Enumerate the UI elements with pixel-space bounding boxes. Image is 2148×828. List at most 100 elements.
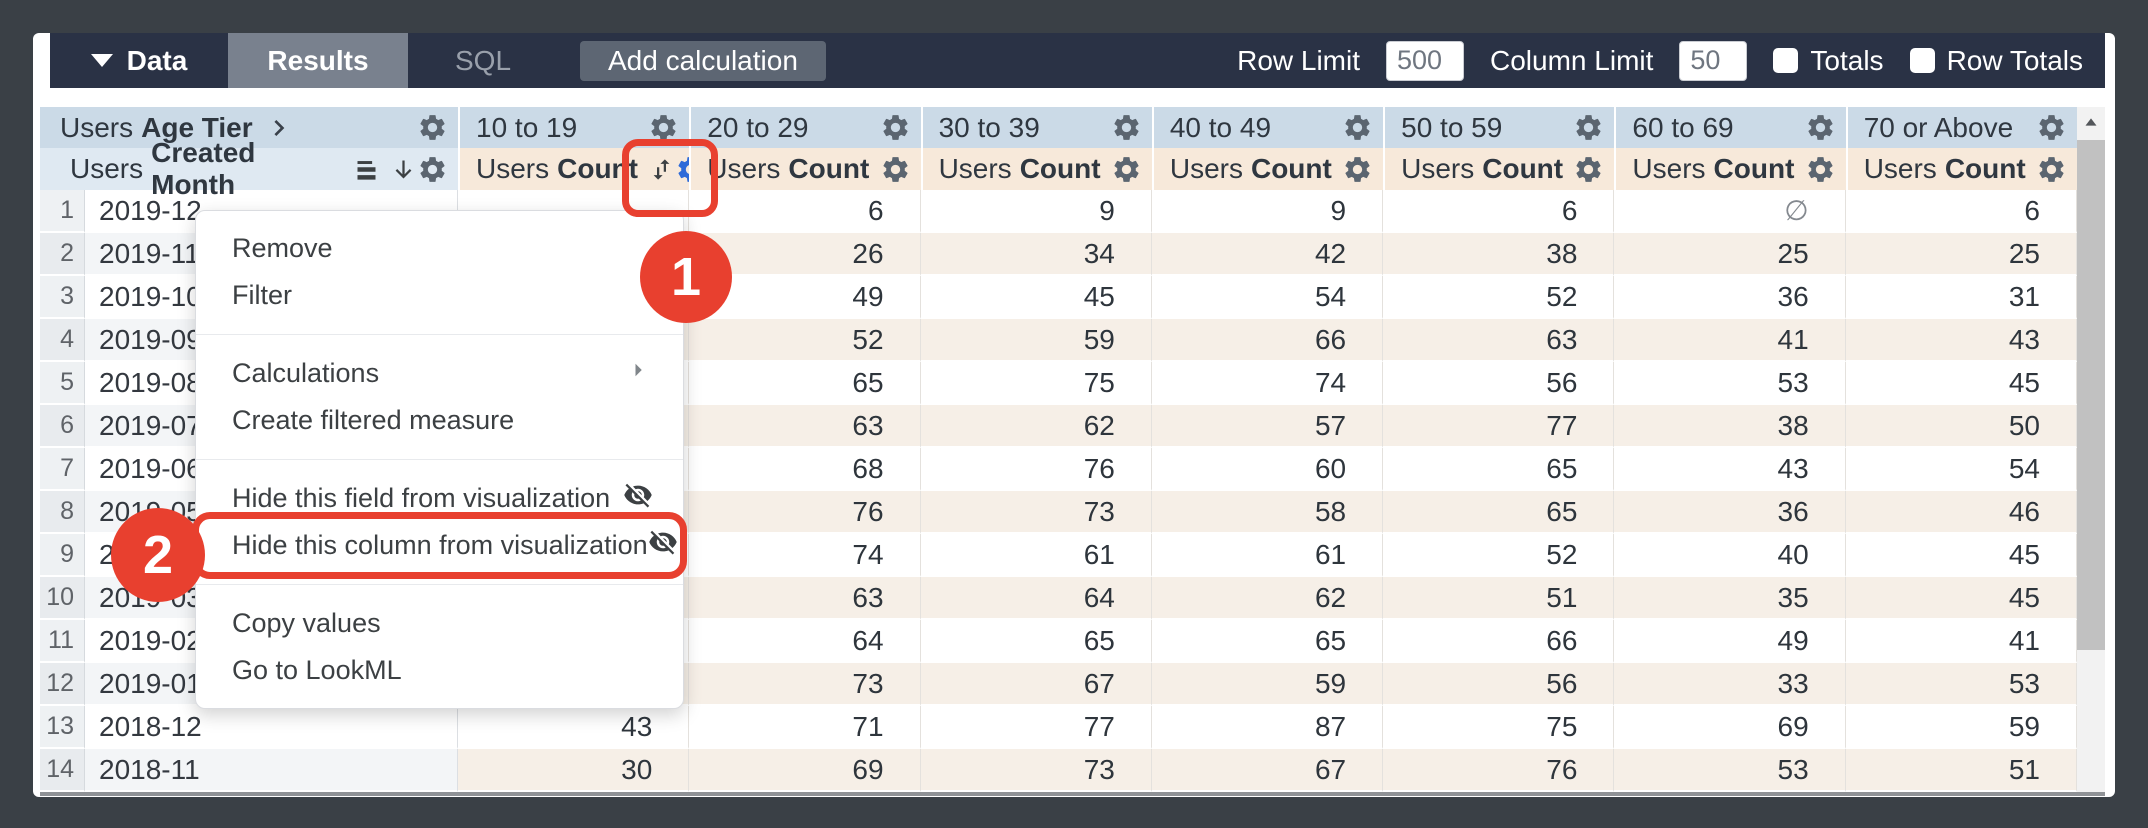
value-cell[interactable]: 60	[1152, 448, 1383, 491]
value-cell[interactable]: 75	[1383, 706, 1614, 749]
add-calculation-button[interactable]: Add calculation	[580, 41, 826, 81]
value-cell[interactable]: 73	[689, 663, 920, 706]
row-totals-checkbox[interactable]	[1910, 48, 1935, 73]
value-cell[interactable]: 41	[1846, 620, 2077, 663]
gear-icon[interactable]	[880, 112, 911, 143]
value-cell[interactable]: 53	[1614, 749, 1845, 792]
value-cell[interactable]: 76	[921, 448, 1152, 491]
value-cell[interactable]: 62	[1152, 577, 1383, 620]
gear-icon[interactable]	[2036, 112, 2067, 143]
value-cell[interactable]: 64	[689, 620, 920, 663]
value-cell[interactable]: 41	[1614, 319, 1845, 362]
value-cell[interactable]: 45	[1846, 534, 2077, 577]
totals-checkbox[interactable]	[1773, 48, 1798, 73]
gear-icon[interactable]	[880, 154, 911, 185]
value-cell[interactable]: 73	[921, 491, 1152, 534]
value-cell[interactable]: 51	[1383, 577, 1614, 620]
value-cell[interactable]: 6	[1846, 190, 2077, 233]
value-cell[interactable]: 73	[921, 749, 1152, 792]
menu-item-calculations[interactable]: Calculations	[196, 350, 683, 397]
tab-results[interactable]: Results	[228, 33, 408, 88]
value-cell[interactable]: 56	[1383, 663, 1614, 706]
gear-icon[interactable]	[417, 112, 448, 143]
value-cell[interactable]: 31	[1846, 276, 2077, 319]
value-cell[interactable]: 57	[1152, 405, 1383, 448]
value-cell[interactable]: 54	[1152, 276, 1383, 319]
measure-header[interactable]: UsersCount	[1383, 148, 1614, 190]
value-cell[interactable]: 25	[1846, 233, 2077, 276]
value-cell[interactable]: ∅	[1614, 190, 1845, 233]
row-limit-input[interactable]	[1386, 41, 1464, 81]
subtotal-rows-icon[interactable]	[353, 156, 380, 183]
value-cell[interactable]: 59	[1846, 706, 2077, 749]
value-cell[interactable]: 38	[1383, 233, 1614, 276]
pivot-value-header[interactable]: 30 to 39	[921, 107, 1152, 148]
value-cell[interactable]: 36	[1614, 491, 1845, 534]
gear-icon[interactable]	[2036, 154, 2067, 185]
value-cell[interactable]: 66	[1383, 620, 1614, 663]
value-cell[interactable]: 49	[1614, 620, 1845, 663]
gear-icon[interactable]	[1805, 112, 1836, 143]
scrollbar-thumb[interactable]	[2077, 140, 2105, 650]
measure-header[interactable]: UsersCount	[1152, 148, 1383, 190]
value-cell[interactable]: 9	[1152, 190, 1383, 233]
value-cell[interactable]: 43	[458, 706, 689, 749]
measure-header[interactable]: UsersCount	[689, 148, 920, 190]
gear-icon[interactable]	[1805, 154, 1836, 185]
measure-header[interactable]: UsersCount	[1846, 148, 2077, 190]
value-cell[interactable]: 65	[1383, 491, 1614, 534]
pivot-value-header[interactable]: 50 to 59	[1383, 107, 1614, 148]
value-cell[interactable]: 52	[1383, 276, 1614, 319]
month-cell[interactable]: 2018-12	[85, 706, 458, 749]
value-cell[interactable]: 67	[1152, 749, 1383, 792]
value-cell[interactable]: 30	[458, 749, 689, 792]
gear-icon[interactable]	[417, 154, 448, 185]
menu-item-copy-values[interactable]: Copy values	[196, 600, 683, 647]
pivot-value-header[interactable]: 60 to 69	[1614, 107, 1845, 148]
value-cell[interactable]: 56	[1383, 362, 1614, 405]
value-cell[interactable]: 74	[689, 534, 920, 577]
gear-icon[interactable]	[1111, 112, 1142, 143]
value-cell[interactable]: 52	[1383, 534, 1614, 577]
value-cell[interactable]: 77	[921, 706, 1152, 749]
value-cell[interactable]: 59	[1152, 663, 1383, 706]
value-cell[interactable]: 61	[921, 534, 1152, 577]
menu-item-go-to-lookml[interactable]: Go to LookML	[196, 647, 683, 694]
value-cell[interactable]: 45	[1846, 577, 2077, 620]
value-cell[interactable]: 76	[689, 491, 920, 534]
gear-icon[interactable]	[1573, 112, 1604, 143]
value-cell[interactable]: 65	[1383, 448, 1614, 491]
value-cell[interactable]: 66	[1152, 319, 1383, 362]
gear-icon[interactable]	[1111, 154, 1142, 185]
value-cell[interactable]: 33	[1614, 663, 1845, 706]
vertical-scrollbar[interactable]	[2077, 107, 2105, 792]
measure-header[interactable]: UsersCount	[921, 148, 1152, 190]
value-cell[interactable]: 76	[1383, 749, 1614, 792]
value-cell[interactable]: 53	[1614, 362, 1845, 405]
value-cell[interactable]: 87	[1152, 706, 1383, 749]
value-cell[interactable]: 46	[1846, 491, 2077, 534]
sort-desc-arrow-icon[interactable]	[390, 156, 417, 183]
value-cell[interactable]: 77	[1383, 405, 1614, 448]
value-cell[interactable]: 38	[1614, 405, 1845, 448]
menu-item-remove[interactable]: Remove	[196, 225, 683, 272]
value-cell[interactable]: 69	[689, 749, 920, 792]
value-cell[interactable]: 54	[1846, 448, 2077, 491]
value-cell[interactable]: 65	[1152, 620, 1383, 663]
value-cell[interactable]: 40	[1614, 534, 1845, 577]
value-cell[interactable]: 6	[1383, 190, 1614, 233]
value-cell[interactable]: 75	[921, 362, 1152, 405]
value-cell[interactable]: 67	[921, 663, 1152, 706]
value-cell[interactable]: 42	[1152, 233, 1383, 276]
measure-header[interactable]: UsersCount	[1614, 148, 1845, 190]
value-cell[interactable]: 62	[921, 405, 1152, 448]
value-cell[interactable]: 59	[921, 319, 1152, 362]
value-cell[interactable]: 45	[921, 276, 1152, 319]
value-cell[interactable]: 64	[921, 577, 1152, 620]
value-cell[interactable]: 6	[689, 190, 920, 233]
value-cell[interactable]: 61	[1152, 534, 1383, 577]
value-cell[interactable]: 68	[689, 448, 920, 491]
value-cell[interactable]: 34	[921, 233, 1152, 276]
value-cell[interactable]: 51	[1846, 749, 2077, 792]
pivot-value-header[interactable]: 20 to 29	[689, 107, 920, 148]
